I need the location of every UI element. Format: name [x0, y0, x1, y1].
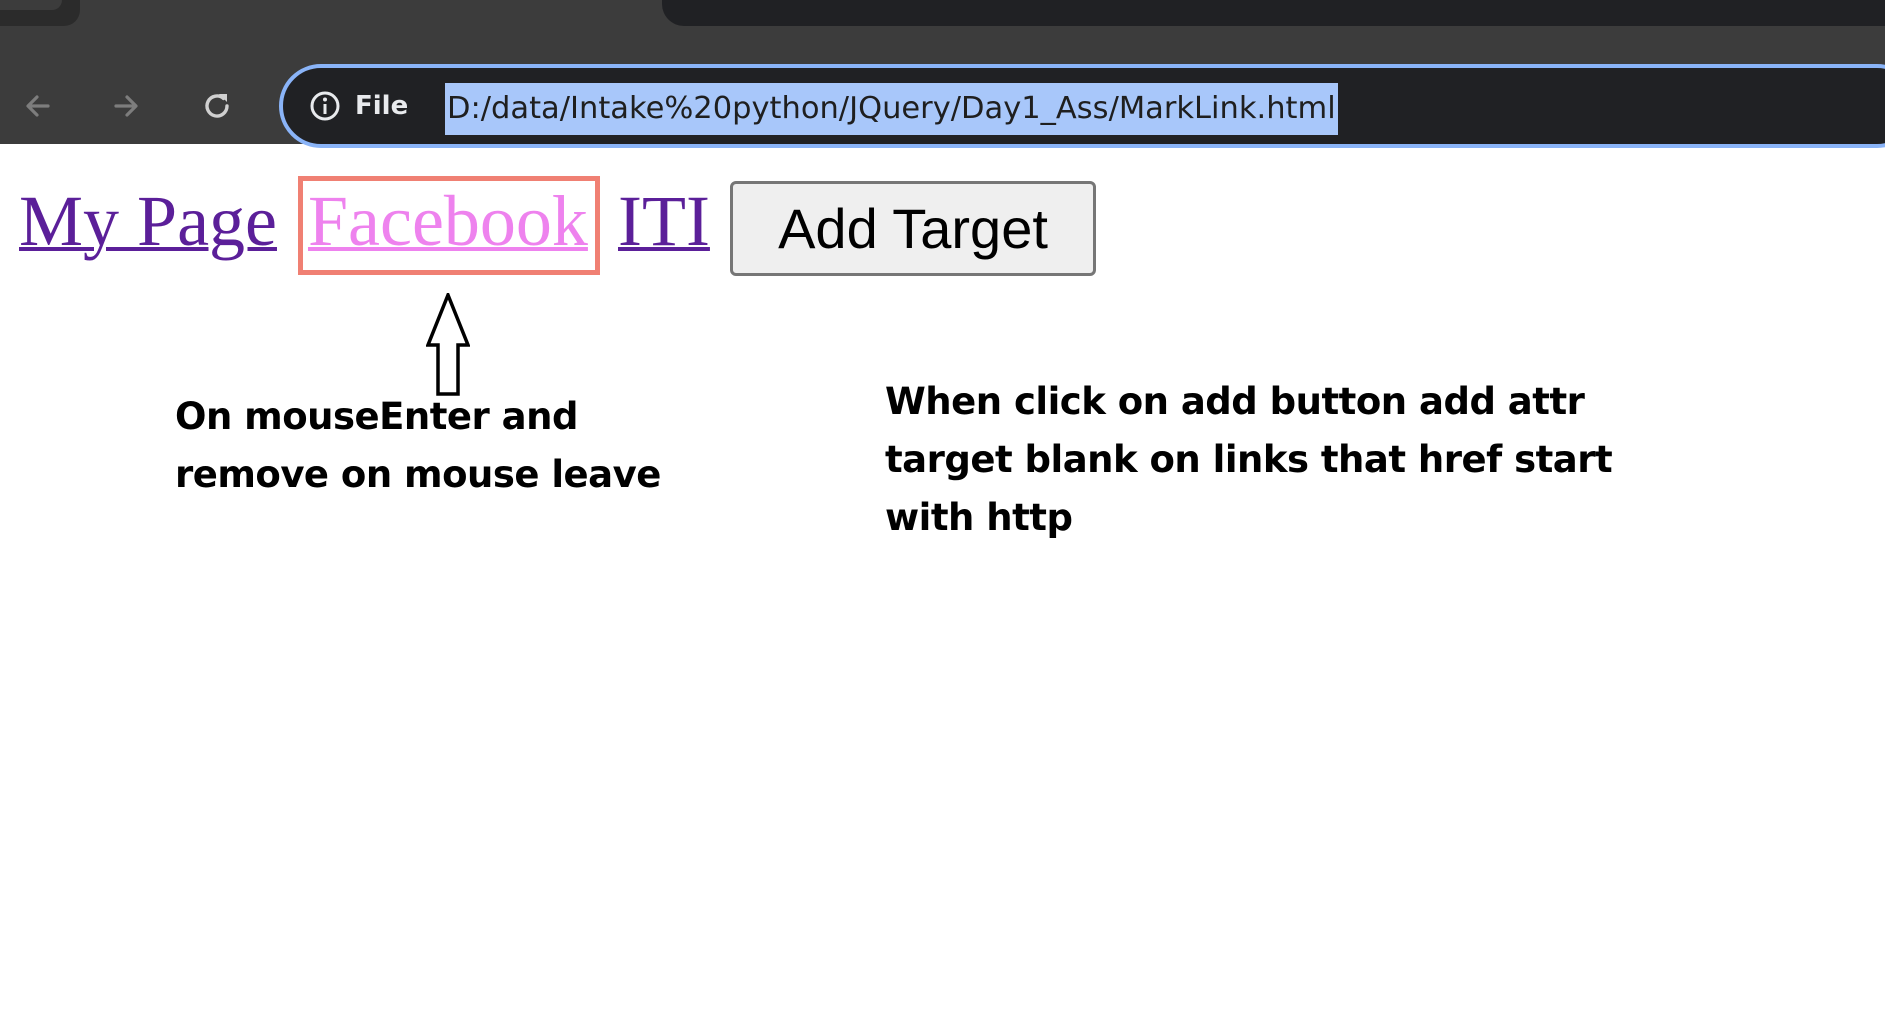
button-note-line: with http [885, 496, 1073, 539]
url-text[interactable]: D:/data/Intake%20python/JQuery/Day1_Ass/… [445, 83, 1338, 135]
site-info-chip[interactable]: File [309, 88, 408, 124]
tab-left-edge [0, 0, 80, 26]
add-target-button[interactable]: Add Target [730, 181, 1096, 276]
info-icon [310, 91, 340, 121]
button-note-line: When click on add button add attr [885, 380, 1585, 423]
forward-button[interactable] [104, 84, 148, 128]
button-note-line: target blank on links that href start [885, 438, 1613, 481]
iti-link[interactable]: ITI [618, 180, 710, 262]
scheme-label: File [355, 91, 409, 121]
tab-left-corner [0, 0, 62, 10]
hover-annotation-note: On mouseEnter and remove on mouse leave [175, 388, 695, 504]
hover-note-line: remove on mouse leave [175, 453, 661, 496]
reload-button[interactable] [195, 84, 239, 128]
forward-arrow-icon [114, 95, 138, 117]
hover-note-line: On mouseEnter and [175, 395, 578, 438]
up-arrow-annotation [426, 293, 470, 396]
facebook-link[interactable]: Facebook [308, 180, 588, 262]
active-tab-region[interactable] [662, 0, 1885, 26]
tab-strip [0, 0, 1885, 26]
address-bar[interactable]: File D:/data/Intake%20python/JQuery/Day1… [279, 64, 1885, 148]
reload-icon [205, 94, 229, 118]
browser-toolbar: File D:/data/Intake%20python/JQuery/Day1… [0, 26, 1885, 148]
back-arrow-icon [26, 95, 50, 117]
my-page-link[interactable]: My Page [19, 180, 277, 262]
back-button[interactable] [16, 84, 60, 128]
button-annotation-note: When click on add button add attr target… [885, 373, 1625, 547]
